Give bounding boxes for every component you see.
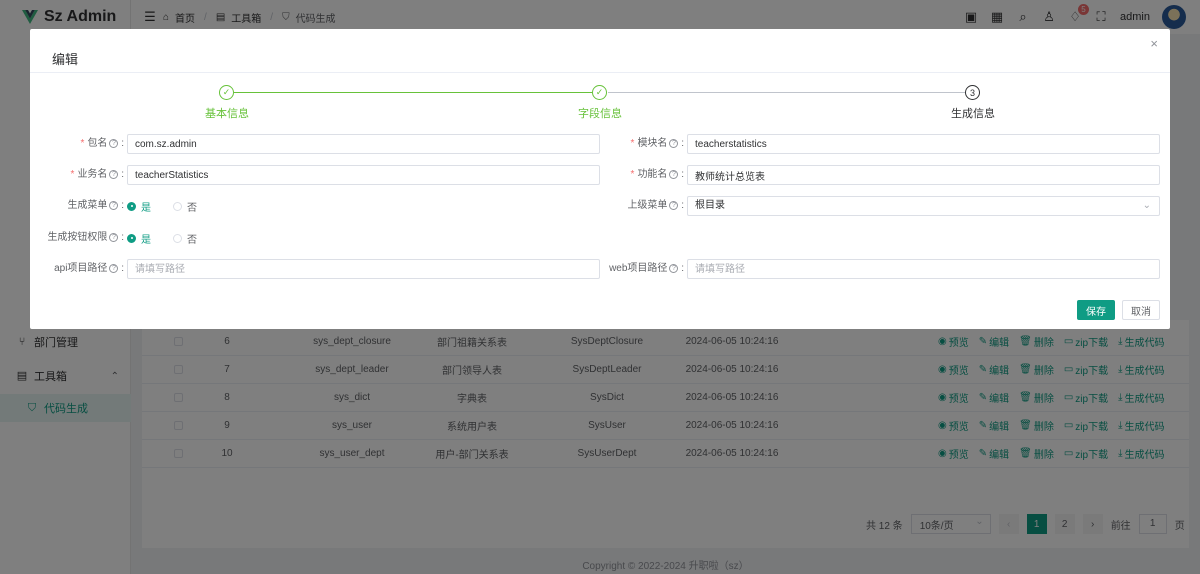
- dialog-title: 编辑: [52, 52, 79, 67]
- help-icon[interactable]: ?: [669, 138, 679, 148]
- required-mark: *: [80, 138, 85, 149]
- module-input[interactable]: [687, 134, 1160, 154]
- dialog-divider: [30, 72, 1170, 73]
- package-label: * 包名? :: [80, 138, 124, 149]
- steps: ✓ 基本信息 ✓ 字段信息 3 生成信息: [30, 83, 1170, 123]
- api-path-label: api项目路径? :: [54, 263, 124, 274]
- parent-menu-select[interactable]: 根目录 ⌄: [687, 196, 1160, 216]
- help-icon[interactable]: ?: [109, 138, 119, 148]
- step-1-check-icon: ✓: [219, 85, 234, 100]
- web-path-input[interactable]: [687, 259, 1160, 279]
- business-label: * 业务名? :: [70, 169, 124, 180]
- edit-dialog: 编辑 × ✓ 基本信息 ✓ 字段信息 3 生成信息 *包名? : *模块名? :…: [30, 29, 1170, 329]
- step-2-label: 字段信息: [578, 108, 622, 120]
- help-icon[interactable]: ?: [669, 200, 679, 210]
- required-mark: *: [70, 169, 75, 180]
- help-icon[interactable]: ?: [109, 200, 119, 210]
- business-input[interactable]: [127, 165, 600, 185]
- close-icon[interactable]: ×: [1150, 36, 1158, 51]
- parent-menu-label: 上级菜单? :: [627, 200, 684, 211]
- chevron-down-icon: ⌄: [1142, 200, 1151, 211]
- required-mark: *: [630, 169, 635, 180]
- module-label: * 模块名? :: [630, 138, 684, 149]
- step-line-done: [234, 92, 596, 93]
- function-label: * 功能名? :: [630, 169, 684, 180]
- api-path-input[interactable]: [127, 259, 600, 279]
- gen-btn-radio-group: 是 否: [127, 228, 197, 248]
- package-input[interactable]: [127, 134, 600, 154]
- step-1-label: 基本信息: [205, 108, 249, 120]
- gen-menu-label: 生成菜单? :: [67, 200, 124, 211]
- cancel-button[interactable]: 取消: [1122, 300, 1160, 320]
- step-3-label: 生成信息: [951, 108, 995, 120]
- gen-btn-no-radio[interactable]: 否: [173, 231, 197, 246]
- step-2-check-icon: ✓: [592, 85, 607, 100]
- gen-menu-radio-group: 是 否: [127, 196, 197, 216]
- gen-btn-yes-radio[interactable]: 是: [127, 231, 151, 246]
- step-line-pending: [608, 92, 965, 93]
- help-icon[interactable]: ?: [669, 263, 679, 273]
- help-icon[interactable]: ?: [109, 232, 119, 242]
- gen-btn-label: 生成按钮权限? :: [47, 232, 124, 243]
- web-path-label: web项目路径? :: [609, 263, 684, 274]
- gen-menu-yes-radio[interactable]: 是: [127, 199, 151, 214]
- gen-menu-no-radio[interactable]: 否: [173, 199, 197, 214]
- function-input[interactable]: [687, 165, 1160, 185]
- step-3-number: 3: [965, 85, 980, 100]
- save-button[interactable]: 保存: [1077, 300, 1115, 320]
- help-icon[interactable]: ?: [669, 169, 679, 179]
- help-icon[interactable]: ?: [109, 169, 119, 179]
- required-mark: *: [630, 138, 635, 149]
- help-icon[interactable]: ?: [109, 263, 119, 273]
